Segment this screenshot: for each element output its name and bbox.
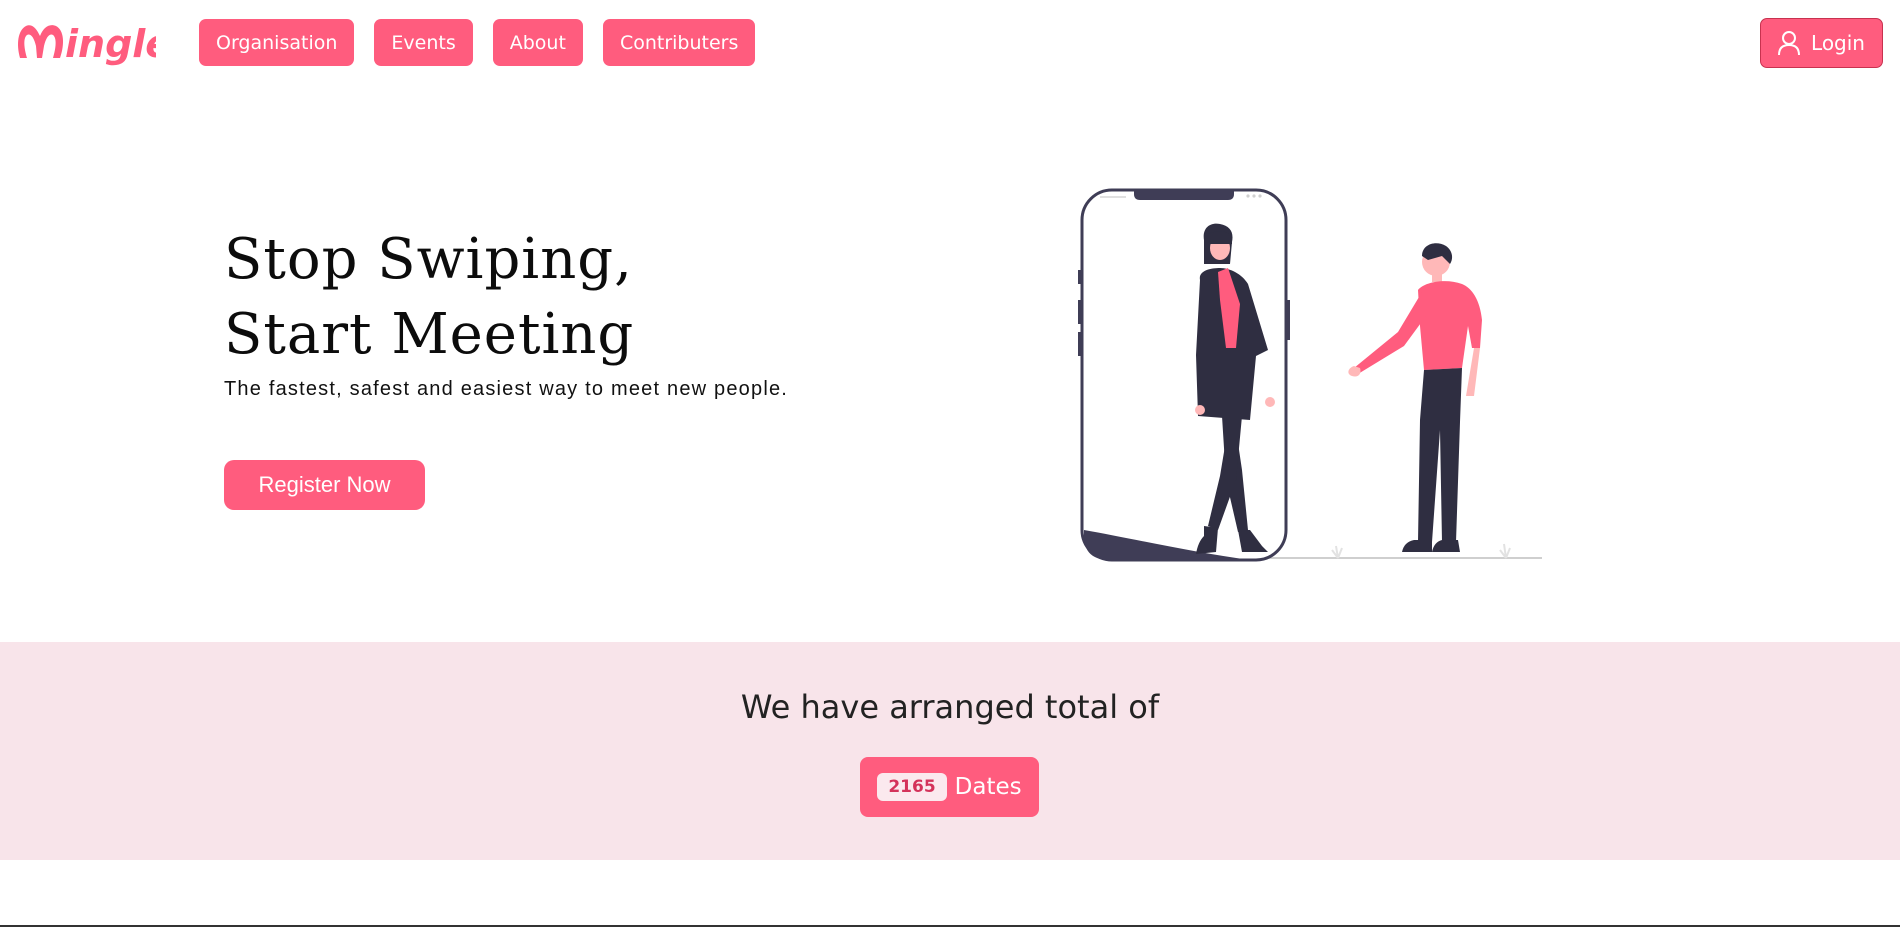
login-label: Login: [1811, 31, 1865, 55]
dates-count-badge: 2165: [877, 773, 947, 801]
login-button[interactable]: Login: [1760, 18, 1883, 68]
hero-title-line2: Start Meeting: [224, 302, 635, 367]
mingle-logo[interactable]: ingle: [16, 14, 156, 66]
stats-heading: We have arranged total of: [740, 688, 1160, 726]
site-header: ingle Organisation Events About Contribu…: [0, 0, 1900, 90]
user-icon: [1777, 30, 1801, 56]
mingle-logo-graphic: ingle: [18, 22, 156, 66]
hero-title-line1: Stop Swiping,: [224, 227, 633, 292]
stats-section: We have arranged total of 2165 Dates: [0, 642, 1900, 860]
couple-meeting-phone-illustration: [1070, 180, 1550, 565]
hero-subtitle: The fastest, safest and easiest way to m…: [224, 378, 789, 400]
register-now-button[interactable]: Register Now: [224, 460, 425, 510]
dates-label: Dates: [954, 774, 1022, 800]
nav-events-button[interactable]: Events: [374, 19, 473, 66]
main-nav: Organisation Events About Contributers: [199, 19, 756, 66]
nav-about-button[interactable]: About: [492, 19, 583, 66]
nav-contributers-button[interactable]: Contributers: [602, 19, 756, 66]
dates-count-pill: 2165 Dates: [860, 757, 1039, 817]
nav-organisation-button[interactable]: Organisation: [199, 19, 355, 66]
page-bottom-divider: [0, 925, 1900, 927]
hero-title: Stop Swiping, Start Meeting: [224, 222, 634, 372]
logo-wordmark: ingle: [65, 22, 156, 66]
